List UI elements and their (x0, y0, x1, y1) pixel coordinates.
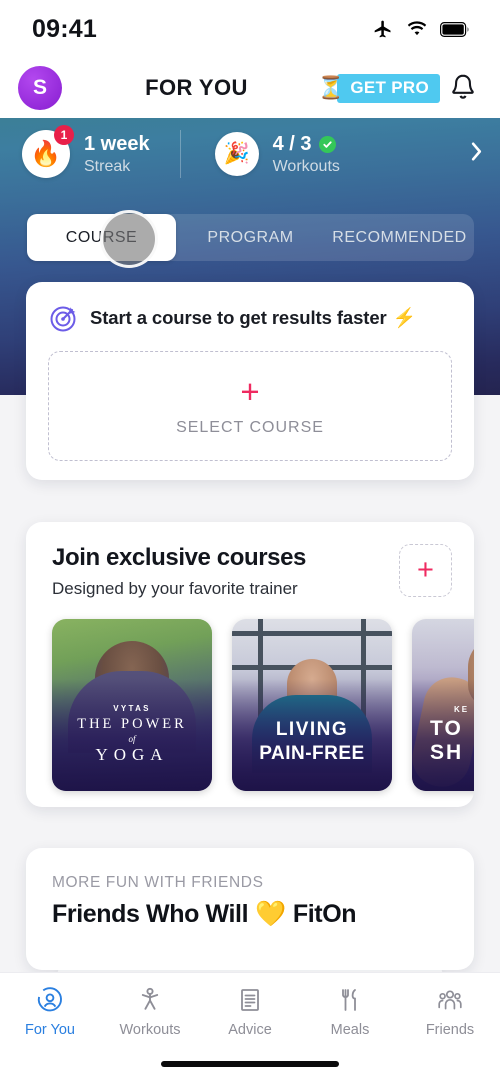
nav-friends[interactable]: Friends (400, 984, 500, 1038)
thumb-line1: LIVING (275, 719, 349, 740)
status-time: 09:41 (32, 14, 97, 43)
exclusive-text: Join exclusive courses Designed by your … (52, 544, 306, 599)
streak-text: 1 week Streak (84, 133, 150, 176)
tab-program[interactable]: PROGRAM (176, 214, 325, 261)
friends-kicker: MORE FUN WITH FRIENDS (52, 874, 264, 891)
advice-icon (234, 984, 266, 1016)
thumb-overlay (232, 619, 392, 791)
course-thumbnail[interactable]: LIVING PAIN-FREE (232, 619, 392, 791)
streak-divider (179, 130, 181, 178)
nav-label: Advice (228, 1022, 272, 1038)
select-course-button[interactable]: + SELECT COURSE (48, 351, 452, 461)
thumb-line2: PAIN-FREE (259, 743, 365, 764)
start-course-card: Start a course to get results faster ⚡ +… (26, 282, 474, 480)
streak-value: 1 week (84, 132, 150, 155)
status-icons (372, 19, 470, 39)
flame-glyph: 🔥 (30, 139, 62, 168)
hourglass-icon: ⏳ (316, 75, 345, 100)
nav-meals[interactable]: Meals (300, 984, 400, 1038)
thumb-label: LIVING PAIN-FREE (232, 719, 392, 765)
for-you-icon (34, 984, 66, 1016)
streak-stat[interactable]: 🔥 1 1 week Streak (22, 125, 150, 178)
chevron-right-icon[interactable] (469, 141, 484, 168)
nav-workouts[interactable]: Workouts (100, 984, 200, 1038)
friends-title: Friends Who Will (52, 900, 249, 928)
streak-label: Streak (84, 157, 131, 175)
course-card-headline-row: Start a course to get results faster ⚡ (90, 306, 416, 330)
check-icon (318, 135, 336, 153)
nav-for-you[interactable]: For You (0, 984, 100, 1038)
thumb-kicker: KE (454, 705, 470, 714)
select-course-label: SELECT COURSE (176, 419, 324, 436)
page-title: FOR YOU (145, 75, 248, 100)
course-card-header: Start a course to get results faster ⚡ (26, 282, 474, 334)
status-bar: 09:41 (0, 0, 500, 58)
thumb-trainer-name: VYTAS (113, 704, 151, 713)
course-thumbnail[interactable]: VYTAS THE POWER of YOGA (52, 619, 212, 791)
bell-icon[interactable] (448, 72, 478, 104)
workouts-value-row: 4 / 3 (273, 133, 340, 156)
nav-label: Meals (330, 1022, 370, 1038)
workouts-stat[interactable]: 🎉 4 / 3 Workouts (214, 132, 340, 176)
add-course-button[interactable]: + (399, 544, 452, 597)
course-card-headline: Start a course to get results faster (90, 307, 387, 328)
wifi-icon (406, 20, 428, 38)
meals-icon (334, 984, 366, 1016)
thumb-line2: YOGA (95, 745, 169, 764)
segmented-tabs: COURSE PROGRAM RECOMMENDED (27, 214, 474, 261)
home-indicator (161, 1061, 339, 1067)
thumb-label: KE TO SH (412, 705, 474, 765)
nav-label: Friends (425, 1022, 475, 1038)
app-header: S FOR YOU ⏳ GET PRO (0, 58, 500, 118)
course-thumbnail-list[interactable]: VYTAS THE POWER of YOGA LIVING PAIN-FREE (26, 599, 474, 791)
party-popper-icon: 🎉 (214, 132, 259, 176)
airplane-icon (372, 19, 394, 39)
get-pro-label: GET PRO (337, 73, 440, 103)
exclusive-title: Join exclusive courses (52, 544, 307, 571)
target-icon (48, 302, 80, 334)
friends-card[interactable]: MORE FUN WITH FRIENDS Friends Who Will 💛… (26, 848, 474, 970)
flame-icon: 🔥 1 (22, 125, 74, 178)
thumb-line2: SH (430, 741, 464, 764)
touch-indicator (100, 210, 158, 268)
streak-banner[interactable]: 🔥 1 1 week Streak 🎉 4 / 3 Workouts (0, 118, 500, 190)
app-screen: 09:41 S FOR YOU ⏳ GET PRO 🔥 1 1 week Str… (0, 0, 500, 1080)
avatar[interactable]: S (18, 66, 62, 110)
workouts-value: 4 / 3 (272, 132, 312, 155)
heart-icon: 💛 (255, 900, 286, 928)
nav-advice[interactable]: Advice (200, 984, 300, 1038)
exclusive-courses-card: Join exclusive courses Designed by your … (26, 522, 474, 807)
friends-title-end: FitOn (292, 900, 357, 928)
battery-icon (440, 21, 470, 37)
plus-icon: + (240, 373, 260, 410)
friends-title-row: Friends Who Will 💛 FitOn (26, 892, 474, 929)
exclusive-subtitle: Designed by your favorite trainer (52, 579, 298, 598)
plus-icon: + (417, 554, 434, 586)
friends-icon (434, 984, 466, 1016)
workouts-icon (134, 984, 166, 1016)
thumb-line1: THE POWER (77, 716, 187, 732)
streak-badge: 1 (54, 125, 74, 145)
nav-label: For You (25, 1022, 75, 1038)
thumb-connector: of (128, 734, 136, 744)
nav-label: Workouts (119, 1022, 181, 1038)
get-pro-button[interactable]: ⏳ GET PRO (316, 73, 440, 103)
tab-recommended[interactable]: RECOMMENDED (325, 214, 474, 261)
thumb-label: VYTAS THE POWER of YOGA (52, 704, 212, 765)
course-thumbnail[interactable]: KE TO SH (412, 619, 474, 791)
bolt-icon: ⚡ (392, 308, 417, 329)
workouts-text: 4 / 3 Workouts (273, 133, 340, 176)
workouts-label: Workouts (272, 157, 340, 175)
exclusive-header: Join exclusive courses Designed by your … (26, 522, 474, 599)
party-glyph: 🎉 (223, 142, 250, 165)
thumb-line1: TO (430, 717, 463, 740)
header-actions: ⏳ GET PRO (317, 72, 478, 104)
